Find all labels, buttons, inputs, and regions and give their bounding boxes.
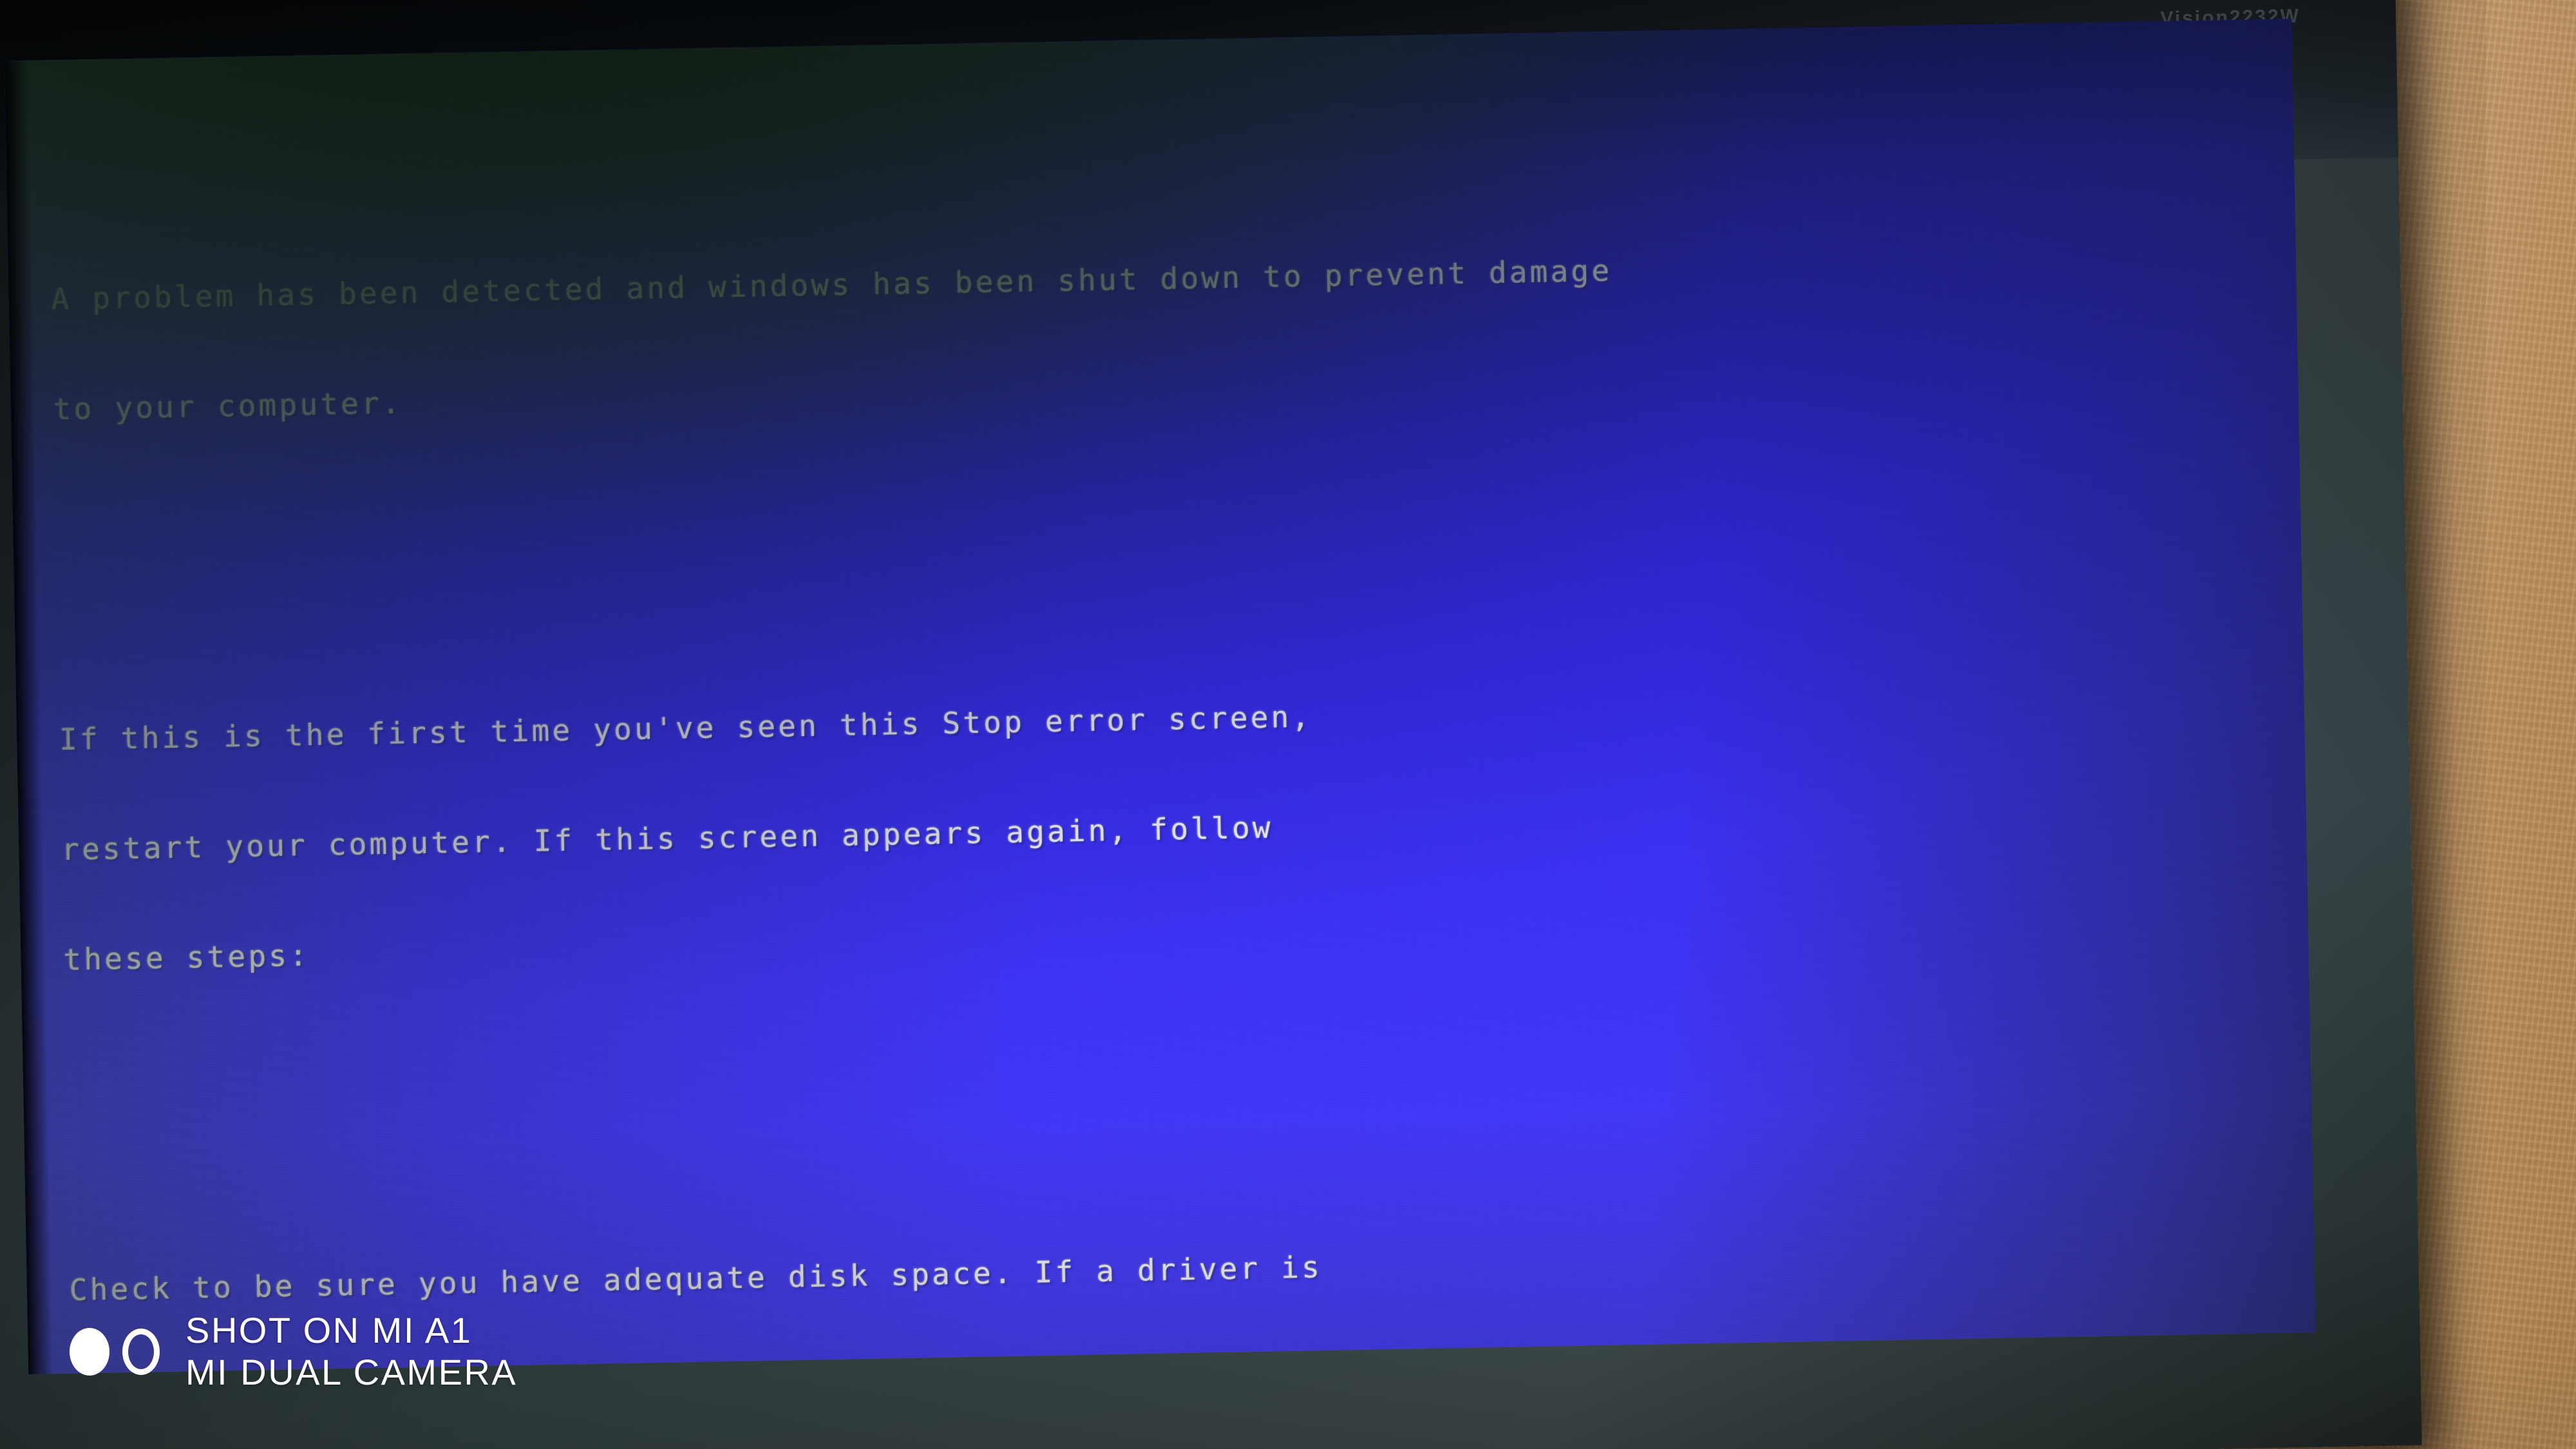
bsod-line: A problem has been detected and windows …: [51, 252, 1613, 317]
bsod-paragraph-first-time: If this is the first time you've seen th…: [58, 607, 2293, 1052]
watermark-line-camera: MI DUAL CAMERA: [185, 1352, 518, 1393]
mi-dual-camera-icon: [70, 1328, 160, 1376]
watermark-line-shot-on: SHOT ON MI A1: [185, 1310, 473, 1351]
bsod-line: Check to be sure you have adequate disk …: [69, 1249, 1323, 1307]
circle-filled-icon: [70, 1328, 109, 1376]
circle-outline-icon: [122, 1329, 160, 1376]
lcd-screen: A problem has been detected and windows …: [4, 19, 2316, 1375]
bsod-line: to your computer.: [53, 385, 403, 427]
bsod-paragraph-intro: A problem has been detected and windows …: [50, 167, 2283, 501]
watermark-text: SHOT ON MI A1 MI DUAL CAMERA: [185, 1310, 517, 1394]
bsod-line: If this is the first time you've seen th…: [59, 699, 1312, 757]
bsod-line: restart your computer. If this screen ap…: [61, 810, 1274, 867]
photograph-of-monitor: Vision2232W A problem has been detected …: [0, 0, 2576, 1449]
camera-watermark: SHOT ON MI A1 MI DUAL CAMERA: [70, 1310, 517, 1394]
bsod-text-area: A problem has been detected and windows …: [48, 57, 2316, 1374]
monitor-body: Vision2232W A problem has been detected …: [0, 0, 2422, 1449]
bsod-line: these steps:: [62, 938, 310, 978]
